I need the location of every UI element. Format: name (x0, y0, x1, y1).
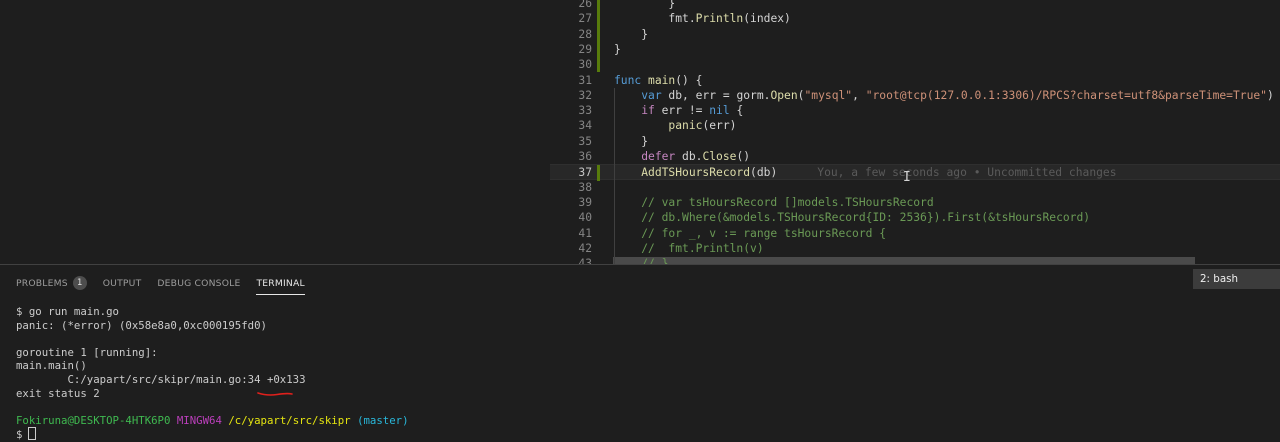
code-line[interactable]: 35 } (550, 134, 1280, 149)
line-number: 40 (578, 211, 592, 225)
code-line[interactable]: 33 if err != nil { (550, 103, 1280, 118)
code-text: // var tsHoursRecord []models.TSHoursRec… (614, 195, 934, 209)
tab-label: TERMINAL (256, 277, 305, 289)
tab-problems[interactable]: PROBLEMS 1 (16, 272, 87, 294)
code-text: panic(err) (668, 119, 737, 133)
line-number: 32 (578, 88, 592, 102)
code-text: fmt.Println(index) (614, 12, 791, 26)
code-text: var db, err = gorm.Open("mysql", "root@t… (641, 88, 1274, 102)
code-line[interactable]: 26 } (550, 0, 1280, 12)
line-number: 29 (578, 42, 592, 56)
modified-gutter-indicator[interactable] (597, 41, 600, 58)
line-number: 39 (578, 195, 592, 209)
problems-count-badge: 1 (72, 276, 87, 290)
line-number: 41 (578, 226, 592, 240)
code-line[interactable]: 41 // for _, v := range tsHoursRecord { (550, 226, 1280, 241)
code-line[interactable]: 42 // fmt.Println(v) (550, 241, 1280, 256)
code-text: // db.Where(&models.TSHoursRecord{ID: 25… (614, 211, 1091, 225)
tab-label: OUTPUT (102, 277, 142, 289)
terminal-line: panic: (*error) (0x58e8a0,0xc000195fd0) (16, 318, 267, 332)
terminal-line: exit status 2 (16, 386, 100, 400)
code-text: func main() { (614, 73, 703, 87)
code-text: // } (614, 257, 669, 264)
panel-tabs: PROBLEMS 1 OUTPUT DEBUG CONSOLE TERMINAL (16, 272, 306, 295)
line-number: 34 (578, 119, 592, 133)
editor-empty-area (0, 0, 550, 264)
tab-output[interactable]: OUTPUT (103, 272, 142, 294)
line-number: 28 (578, 27, 592, 41)
code-line[interactable]: 29} (550, 41, 1280, 58)
code-editor[interactable]: 26 } 27 fmt.Println(index) 28 } 29} 30 31 func… (550, 0, 1280, 264)
code-text: // for _, v := range tsHoursRecord { (614, 226, 887, 240)
code-text: defer db.Close() (641, 150, 751, 163)
tab-label: PROBLEMS (16, 277, 68, 289)
terminal-prompt-line: Fokiruna@DESKTOP-4HTK6P0 MINGW64 /c/yapa… (16, 414, 1266, 428)
prompt-branch: (master) (357, 413, 409, 427)
code-text: } (614, 0, 676, 10)
modified-gutter-indicator[interactable] (597, 11, 600, 27)
terminal-line: $ go run main.go (16, 305, 119, 318)
terminal-input-line[interactable]: $ (16, 427, 1266, 441)
terminal-line: goroutine 1 [running]: (16, 345, 158, 359)
bottom-panel: PROBLEMS 1 OUTPUT DEBUG CONSOLE TERMINAL 2: … (0, 265, 1280, 442)
terminal-line: C:/yapart/src/skipr/main.go:34 +0x133 (16, 372, 306, 386)
line-number: 43 (578, 257, 592, 264)
line-number: 27 (578, 12, 592, 26)
tab-label: DEBUG CONSOLE (157, 277, 241, 289)
line-number: 26 (578, 0, 592, 10)
code-text: AddTSHoursRecord(db) You, a few seconds a… (641, 166, 1117, 180)
line-number: 36 (578, 150, 592, 163)
line-number: 33 (578, 104, 592, 118)
line-number: 31 (578, 73, 592, 87)
terminal-output[interactable]: $ go run main.go panic: (*error) (0x58e8a… (16, 305, 1266, 441)
terminal-selector[interactable]: 2: bash (1193, 269, 1280, 289)
line-number: 30 (578, 58, 592, 72)
code-line[interactable]: 31 func main() { (550, 73, 1280, 88)
code-line[interactable]: 36 defer db.Close() (550, 149, 1280, 164)
line-number: 37 (578, 166, 592, 180)
code-line[interactable]: 32 var db, err = gorm.Open("mysql", "roo… (550, 88, 1280, 103)
tab-debug-console[interactable]: DEBUG CONSOLE (157, 272, 240, 294)
code-text: } (614, 134, 649, 148)
modified-gutter-indicator[interactable] (597, 26, 600, 42)
code-text: } (614, 42, 621, 56)
modified-gutter-indicator[interactable] (597, 57, 600, 73)
code-line[interactable]: 43 // } (550, 256, 1280, 264)
line-number: 38 (578, 180, 592, 194)
mouse-ibeam-cursor-icon: I (903, 170, 911, 185)
vscode-window: 26 } 27 fmt.Println(index) 28 } 29} 30 31 func… (0, 0, 1280, 442)
prompt-user: Fokiruna@DESKTOP-4HTK6P0 (16, 413, 171, 427)
indent-guide (614, 87, 615, 264)
line-number: 35 (578, 134, 592, 148)
line-number: 42 (578, 241, 592, 255)
code-line[interactable]: 28 } (550, 26, 1280, 42)
code-line[interactable]: 40 // db.Where(&models.TSHoursRecord{ID:… (550, 210, 1280, 225)
prompt-path: /c/yapart/src/skipr (228, 413, 351, 427)
prompt-shell: MINGW64 (176, 413, 222, 427)
red-underline-annotation (257, 392, 293, 396)
git-blame-annotation: You, a few seconds ago • Uncommitted cha… (817, 166, 1117, 180)
code-line[interactable]: 30 (550, 57, 1280, 73)
terminal-cursor[interactable] (28, 427, 37, 441)
tab-terminal[interactable]: TERMINAL (256, 272, 306, 295)
code-text: // fmt.Println(v) (614, 241, 764, 255)
modified-gutter-indicator[interactable] (597, 0, 600, 12)
code-line[interactable]: 27 fmt.Println(index) (550, 11, 1280, 27)
code-line[interactable]: 38 (550, 180, 1280, 195)
terminal-line: main.main() (16, 359, 87, 373)
code-line[interactable]: 37 AddTSHoursRecord(db) You, a few second… (550, 164, 1280, 181)
code-text: } (614, 27, 649, 41)
prompt-symbol: $ (16, 428, 23, 442)
code-line[interactable]: 39 // var tsHoursRecord []models.TSHours… (550, 195, 1280, 210)
code-text: if err != nil { (641, 104, 744, 118)
modified-gutter-indicator[interactable] (597, 165, 600, 181)
code-line[interactable]: 34 panic(err) (550, 118, 1280, 133)
